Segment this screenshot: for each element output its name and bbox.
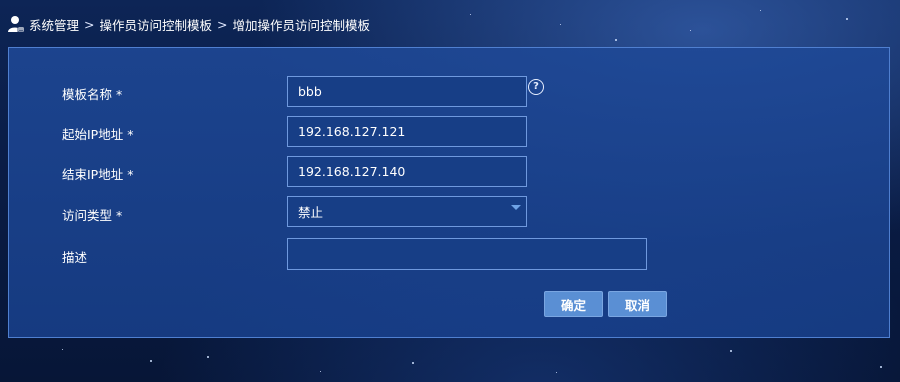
question-circle-icon[interactable]: ? <box>528 79 544 95</box>
template-name-field[interactable] <box>287 76 527 107</box>
confirm-button[interactable]: 确定 <box>544 291 603 317</box>
start-ip-input[interactable] <box>298 124 516 139</box>
user-icon <box>8 15 25 33</box>
breadcrumb-separator: > <box>217 16 228 32</box>
breadcrumb-item-current: 增加操作员访问控制模板 <box>232 17 371 33</box>
end-ip-field[interactable] <box>287 156 527 187</box>
access-type-label: 访问类型 * <box>62 208 123 223</box>
end-ip-label: 结束IP地址 * <box>62 167 134 182</box>
description-label: 描述 <box>62 250 88 265</box>
access-type-value: 禁止 <box>298 205 324 220</box>
template-name-input[interactable] <box>298 84 516 99</box>
start-ip-label: 起始IP地址 * <box>62 127 134 142</box>
access-type-select[interactable]: 禁止 <box>287 196 527 227</box>
template-name-label: 模板名称 * <box>62 87 123 102</box>
cancel-button[interactable]: 取消 <box>608 291 667 317</box>
breadcrumb-item-template-list[interactable]: 操作员访问控制模板 <box>100 15 213 34</box>
form-panel: 模板名称 * ? 起始IP地址 * 结束IP地址 * 访问类型 * 禁止 描述 … <box>8 47 890 338</box>
description-input[interactable] <box>298 246 636 262</box>
breadcrumb-item-system[interactable]: 系统管理 <box>29 15 79 34</box>
end-ip-input[interactable] <box>298 164 516 179</box>
breadcrumb: 系统管理 > 操作员访问控制模板 > 增加操作员访问控制模板 <box>8 14 370 34</box>
description-field[interactable] <box>287 238 647 270</box>
chevron-down-icon[interactable] <box>511 205 521 210</box>
breadcrumb-separator: > <box>84 16 95 32</box>
start-ip-field[interactable] <box>287 116 527 147</box>
